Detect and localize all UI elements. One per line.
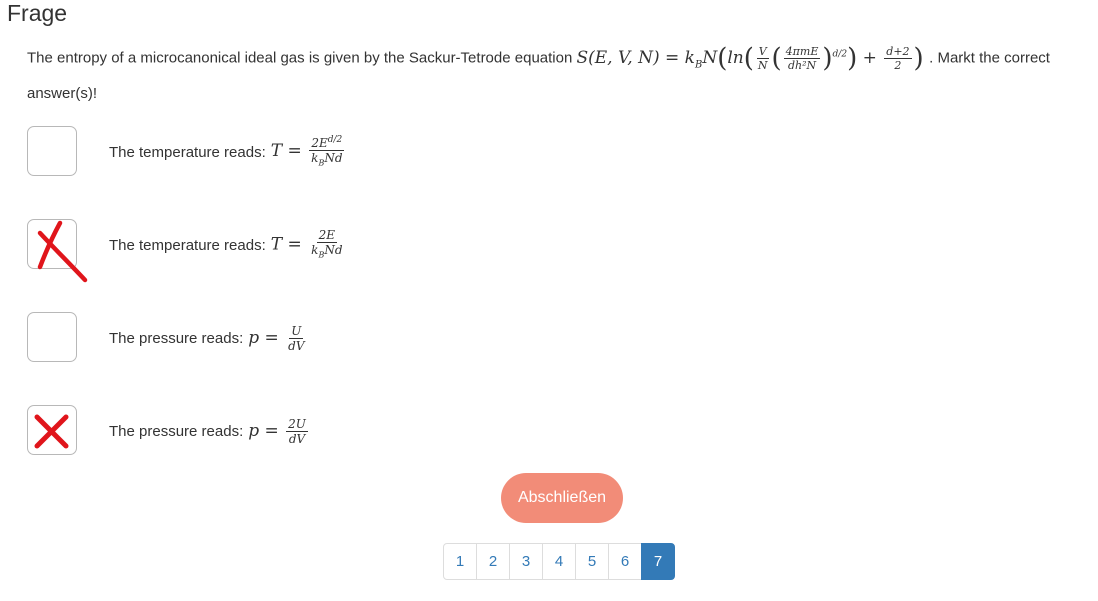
answer-option-1: The temperature reads: T = 2Ed/2 kBNd (27, 126, 727, 178)
page-title: Frage (7, 0, 68, 26)
page-link-7-active[interactable]: 7 (641, 543, 675, 580)
answer-formula-3: p = U dV (248, 323, 305, 353)
submit-button[interactable]: Abschließen (501, 473, 623, 523)
pagination: 1 2 3 4 5 6 7 (443, 543, 675, 580)
answer-formula-2: T = 2E kBNd (270, 227, 343, 260)
answer-checkbox-4[interactable] (27, 405, 77, 455)
answer-checkbox-1[interactable] (27, 126, 77, 176)
page-link-5[interactable]: 5 (575, 543, 609, 580)
inner-fraction: 4πmE dh²N (783, 44, 821, 72)
answer-option-3: The pressure reads: p = U dV (27, 312, 727, 364)
sackur-tetrode-formula: S(E, V, N) = kBN(ln(V N(4πmE dh²N)d/2) + d… (576, 43, 924, 74)
answer-label-4: The pressure reads: p = 2U dV (109, 405, 310, 457)
answer-checkbox-2[interactable] (27, 219, 88, 283)
page-link-4[interactable]: 4 (542, 543, 576, 580)
v-over-n-fraction: VN (756, 44, 769, 72)
answer-formula-4: p = 2U dV (248, 416, 308, 446)
answer-formula-1: T = 2Ed/2 kBNd (270, 135, 345, 168)
answer-label-2: The temperature reads: T = 2E kBNd (109, 219, 347, 271)
answer-option-2: The temperature reads: T = 2E kBNd (27, 219, 727, 283)
answer-option-4: The pressure reads: p = 2U dV (27, 405, 727, 457)
x-mark-icon (34, 414, 69, 449)
question-text: The entropy of a microcanonical ideal ga… (27, 40, 1077, 108)
page-link-3[interactable]: 3 (509, 543, 543, 580)
exponent: d/2 (832, 49, 848, 59)
page-link-1[interactable]: 1 (443, 543, 477, 580)
hand-drawn-x-mark-icon (37, 220, 88, 283)
page-link-6[interactable]: 6 (608, 543, 642, 580)
question-intro: The entropy of a microcanonical ideal ga… (27, 49, 573, 67)
page-link-2[interactable]: 2 (476, 543, 510, 580)
answer-label-3: The pressure reads: p = U dV (109, 312, 309, 364)
answer-checkbox-3[interactable] (27, 312, 77, 362)
answer-label-1: The temperature reads: T = 2Ed/2 kBNd (109, 126, 347, 178)
tail-fraction: d+2 2 (884, 44, 912, 72)
